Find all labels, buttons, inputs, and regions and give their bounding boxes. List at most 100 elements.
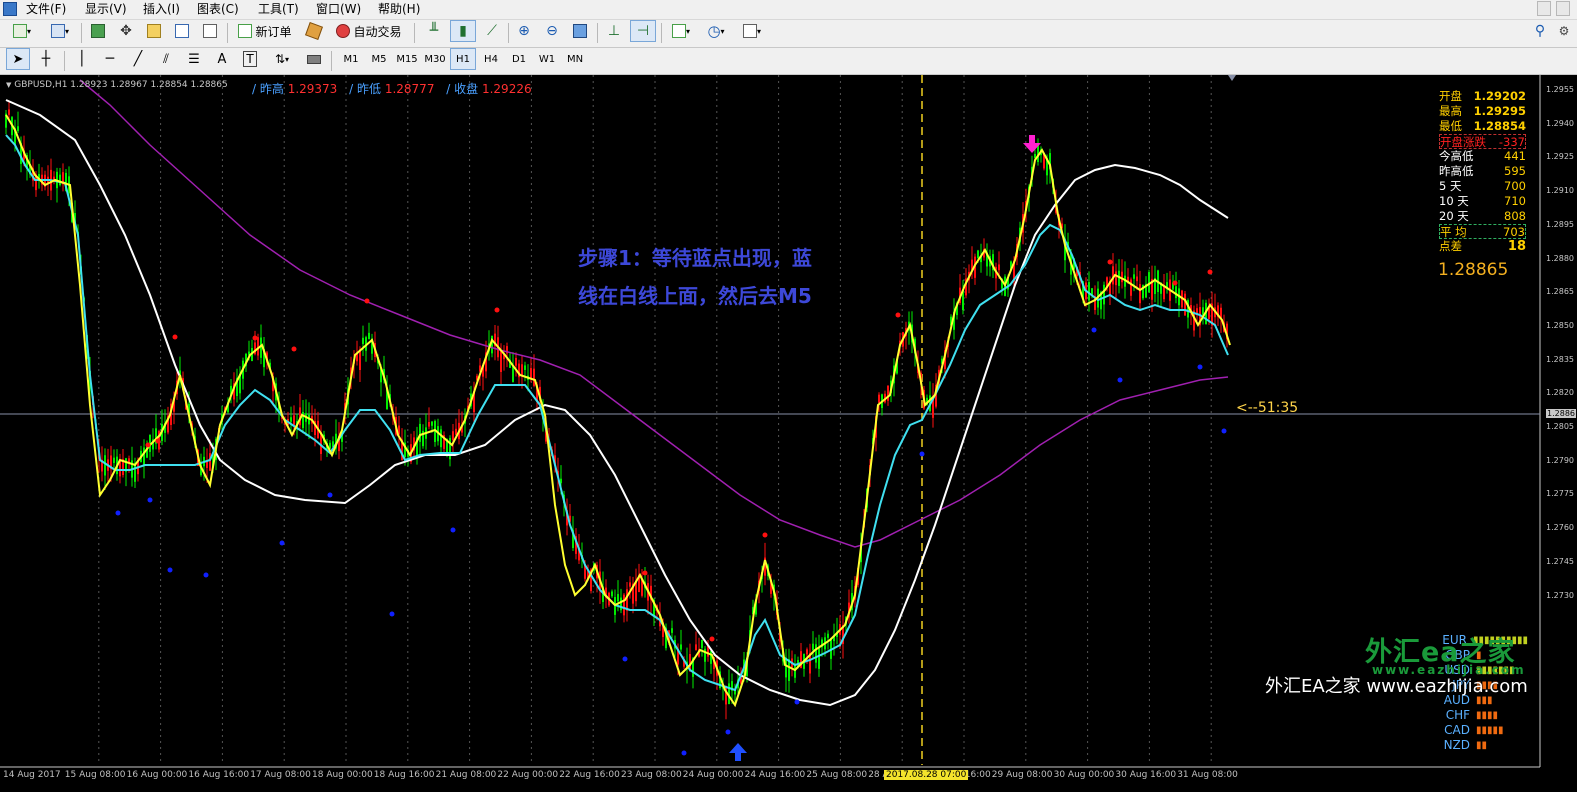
- candle-body: [695, 644, 697, 651]
- tf-h1[interactable]: H1: [450, 48, 476, 70]
- text-button[interactable]: A: [210, 48, 234, 70]
- navigator-icon: [147, 24, 161, 38]
- annotation-line-2: 线在白线上面，然后去M5: [578, 284, 812, 308]
- candle-body: [452, 431, 454, 441]
- line-chart-button[interactable]: ⟋: [480, 20, 504, 42]
- tf-m1[interactable]: M1: [338, 48, 364, 70]
- cursor-button[interactable]: ➤: [6, 48, 30, 70]
- chart-shift-icon: ⊥: [607, 23, 621, 39]
- restore-button[interactable]: [1556, 1, 1570, 16]
- candle-body: [59, 174, 61, 186]
- templates-button[interactable]: ▾: [736, 20, 768, 42]
- menu-view[interactable]: 显示(V): [85, 2, 127, 17]
- indicators-button[interactable]: ▾: [666, 20, 696, 42]
- market-watch-button[interactable]: [86, 20, 110, 42]
- chart-shift-button[interactable]: ⊥: [602, 20, 626, 42]
- panel-spread-row: 点差 18: [1439, 239, 1526, 254]
- menu-tools[interactable]: 工具(T): [258, 2, 299, 17]
- zoom-out-button[interactable]: ⊖: [540, 20, 564, 42]
- red-signal-dot: [1207, 269, 1213, 275]
- panel-high-row: 最高 1.29295: [1439, 104, 1526, 119]
- tf-m15[interactable]: M15: [394, 48, 420, 70]
- red-signal-dot: [172, 334, 178, 340]
- arrows-button[interactable]: ⇅ ▾: [266, 48, 298, 70]
- auto-trading-button[interactable]: 自动交易: [330, 20, 408, 42]
- crosshair-button[interactable]: ┼: [34, 48, 58, 70]
- red-signal-dot: [145, 442, 151, 448]
- collapse-arrow-icon: ▼: [6, 81, 12, 89]
- tf-d1[interactable]: D1: [506, 48, 532, 70]
- prev-high-value: 1.29373: [287, 82, 338, 96]
- text-label-icon: T: [243, 51, 257, 67]
- tf-w1[interactable]: W1: [534, 48, 560, 70]
- tester-button[interactable]: [198, 20, 222, 42]
- fibonacci-button[interactable]: ☰: [182, 48, 206, 70]
- search-icon: ⚲: [1534, 23, 1546, 39]
- navigator-button[interactable]: [142, 20, 166, 42]
- panel-low-row: 最低 1.28854: [1439, 119, 1526, 134]
- candlestick-button[interactable]: ▮: [450, 20, 476, 42]
- candle-body: [104, 455, 106, 476]
- terminal-button[interactable]: [170, 20, 194, 42]
- candle-body: [671, 628, 673, 633]
- horizontal-line-button[interactable]: ─: [98, 48, 122, 70]
- tf-h4[interactable]: H4: [478, 48, 504, 70]
- candle-body: [428, 422, 430, 427]
- new-chart-button[interactable]: ▾: [6, 20, 38, 42]
- blue-signal-dot: [327, 492, 333, 498]
- profiles-button[interactable]: ▾: [44, 20, 76, 42]
- tf-mn[interactable]: MN: [562, 48, 588, 70]
- auto-trading-icon: [336, 24, 351, 38]
- trendline-button[interactable]: ╱: [126, 48, 150, 70]
- text-label-button[interactable]: T: [238, 48, 262, 70]
- panel-spread-label: 点差: [1439, 239, 1462, 253]
- channel-button[interactable]: ⫽: [154, 48, 178, 70]
- menu-insert[interactable]: 插入(I): [143, 2, 180, 17]
- red-signal-dot: [642, 570, 648, 576]
- options-button[interactable]: ⚙: [1554, 20, 1574, 42]
- tf-m5[interactable]: M5: [366, 48, 392, 70]
- new-order-button[interactable]: 新订单: [233, 20, 297, 42]
- panel-range-label: 今高低: [1439, 149, 1474, 163]
- search-button[interactable]: ⚲: [1530, 20, 1550, 42]
- arrows-icon: ⇅: [274, 52, 286, 66]
- time-tick-label: 16 Aug 00:00: [126, 770, 188, 780]
- price-tick-label: 1.2865: [1546, 287, 1574, 297]
- panel-range-label: 20 天: [1439, 209, 1469, 223]
- menu-help[interactable]: 帮助(H): [378, 2, 420, 17]
- price-tick-label: 1.2805: [1546, 422, 1574, 431]
- autoscroll-button[interactable]: ⊣: [630, 20, 656, 42]
- shapes-button[interactable]: [302, 48, 326, 70]
- blue-signal-dot: [681, 750, 687, 756]
- data-window-button[interactable]: ✥: [114, 20, 138, 42]
- time-tick-label: 21 Aug 08:00: [435, 770, 497, 780]
- metaeditor-button[interactable]: [302, 20, 326, 42]
- bar-chart-button[interactable]: ╨: [422, 20, 446, 42]
- tile-windows-button[interactable]: [568, 20, 592, 42]
- menu-charts[interactable]: 图表(C): [197, 2, 239, 17]
- strength-bars: ▮▮: [1476, 740, 1488, 751]
- indicators-icon: [671, 24, 686, 38]
- strength-bars: ▮▮▮▮▮: [1476, 725, 1504, 736]
- price-tick-label: 1.2730: [1546, 590, 1574, 600]
- zoom-in-button[interactable]: ⊕: [512, 20, 536, 42]
- menu-window[interactable]: 窗口(W): [316, 2, 361, 17]
- panel-range-label: 昨高低: [1439, 164, 1474, 178]
- toolbar-separator: [414, 23, 415, 43]
- panel-low-label: 最低: [1439, 119, 1462, 133]
- candle-body: [533, 368, 535, 386]
- candle-body: [977, 250, 979, 259]
- zoom-in-icon: ⊕: [518, 23, 530, 39]
- red-signal-dot: [709, 636, 715, 642]
- bar-chart-icon: ╨: [429, 23, 439, 39]
- panel-range-row: 10 天 710: [1439, 194, 1526, 209]
- minimize-button[interactable]: [1537, 1, 1551, 16]
- panel-open-value: 1.29202: [1473, 89, 1526, 103]
- panel-change-row: 开盘涨跌 -337: [1439, 134, 1526, 149]
- periods-button[interactable]: ◷ ▾: [700, 20, 732, 42]
- tf-m30[interactable]: M30: [422, 48, 448, 70]
- vertical-line-button[interactable]: │: [70, 48, 94, 70]
- menu-file[interactable]: 文件(F): [26, 2, 66, 17]
- blue-signal-dot: [725, 729, 731, 735]
- prev-high-label: / 昨高: [252, 82, 284, 96]
